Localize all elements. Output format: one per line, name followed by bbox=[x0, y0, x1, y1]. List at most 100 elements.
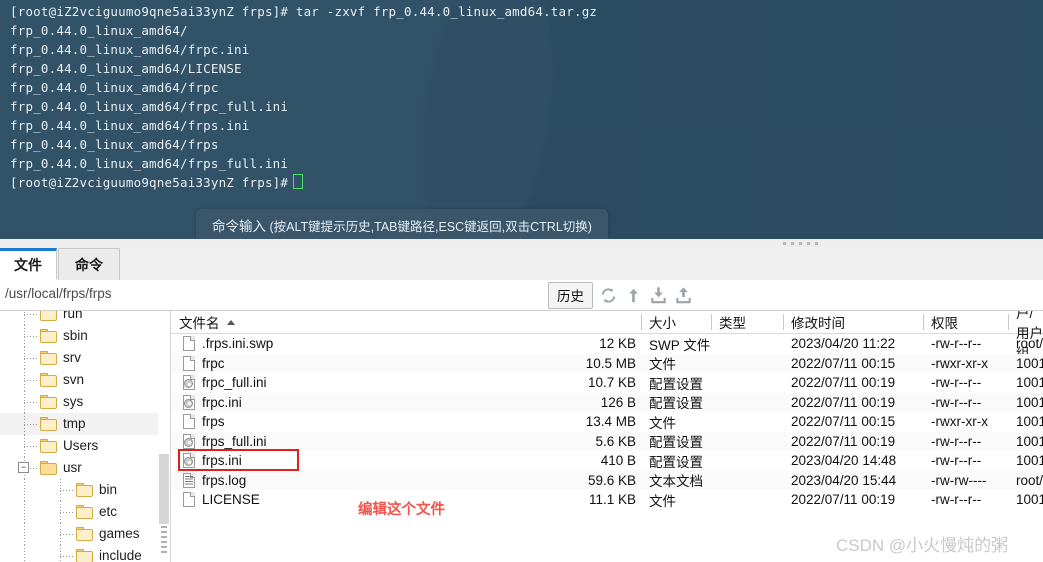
column-header-mtime[interactable]: 修改时间 bbox=[791, 311, 845, 333]
column-divider[interactable] bbox=[641, 314, 642, 330]
tree-item-etc[interactable]: etc bbox=[0, 501, 170, 523]
terminal-line: [root@iZ2vciguumo9qne5ai33ynZ frps]# tar… bbox=[10, 4, 598, 19]
config-icon bbox=[183, 433, 195, 449]
folder-icon bbox=[40, 460, 57, 475]
tree-item-usr[interactable]: − usr bbox=[0, 457, 170, 479]
file-type-cell: 文件 bbox=[649, 493, 676, 509]
file-row[interactable]: LICENSE 11.1 KB 文件 2022/07/11 00:19 -rw-r--r… bbox=[171, 490, 1043, 510]
file-row[interactable]: frpc.ini 126 B 配置设置 2022/07/11 00:19 -rw-r--… bbox=[171, 392, 1043, 413]
tree-item-label: sbin bbox=[63, 328, 88, 343]
tree-item-users[interactable]: Users bbox=[0, 435, 170, 457]
file-row[interactable]: .frps.ini.swp 12 KB SWP 文件 2023/04/20 11:22… bbox=[171, 334, 1043, 354]
column-header-name[interactable]: 文件名 bbox=[179, 311, 235, 333]
tree-scrollbar-thumb[interactable] bbox=[159, 454, 169, 524]
file-row[interactable]: frps 13.4 MB 文件 2022/07/11 00:15 -rwxr-xr-x 1… bbox=[171, 412, 1043, 432]
terminal-prompt-line: [root@iZ2vciguumo9qne5ai33ynZ frps]# bbox=[10, 173, 1043, 192]
file-list-header: 文件名 大小 类型 修改时间 权限 用户/用户组 bbox=[171, 311, 1043, 361]
column-divider[interactable] bbox=[1008, 314, 1009, 330]
current-path[interactable]: /usr/local/frps/frps bbox=[5, 286, 112, 301]
tree-item-srv[interactable]: srv bbox=[0, 347, 170, 369]
file-perm-cell: -rwxr-xr-x bbox=[931, 355, 988, 371]
tab-commands[interactable]: 命令 bbox=[58, 248, 120, 280]
config-icon bbox=[183, 453, 195, 469]
terminal-line: frp_0.44.0_linux_amd64/frps bbox=[10, 137, 219, 152]
file-list-panel[interactable]: 文件名 大小 类型 修改时间 权限 用户/用户组 .frps.ini.swp 12 KB SW… bbox=[171, 311, 1043, 562]
file-name-label: frps_full.ini bbox=[202, 433, 267, 449]
file-name-cell[interactable]: frpc_full.ini bbox=[183, 373, 267, 393]
tree-guide-line bbox=[24, 446, 38, 447]
tree-guide-line bbox=[24, 358, 38, 359]
terminal-line: frp_0.44.0_linux_amd64/ bbox=[10, 23, 188, 38]
file-perm-cell: -rw-r--r-- bbox=[931, 375, 982, 391]
file-row[interactable]: frpc_full.ini 10.7 KB 配置设置 2022/07/11 00:19… bbox=[171, 373, 1043, 393]
file-row[interactable]: frps.log 59.6 KB 文本文档 2023/04/20 15:44 -rw-r… bbox=[171, 470, 1043, 491]
directory-tree[interactable]: run sbin srv svn sys tmp Users − usr bin etc games i… bbox=[0, 311, 171, 562]
column-header-size[interactable]: 大小 bbox=[649, 311, 676, 333]
file-mtime-cell: 2022/07/11 00:19 bbox=[791, 375, 896, 391]
file-icon bbox=[183, 355, 195, 371]
splitter-grip-icon[interactable] bbox=[783, 242, 819, 245]
log-icon bbox=[183, 472, 195, 488]
folder-icon bbox=[76, 504, 93, 519]
tree-item-label: include bbox=[99, 548, 142, 562]
column-header-owner[interactable]: 用户/用户组 bbox=[1016, 311, 1043, 361]
file-perm-cell: -rw-r--r-- bbox=[931, 453, 982, 469]
terminal-line: frp_0.44.0_linux_amd64/LICENSE bbox=[10, 61, 242, 76]
tree-expander-icon[interactable]: − bbox=[18, 462, 29, 473]
tree-guide-line bbox=[24, 336, 38, 337]
tree-item-include[interactable]: include bbox=[0, 545, 170, 562]
file-name-cell[interactable]: frpc.ini bbox=[183, 393, 242, 413]
file-size-cell: 126 B bbox=[600, 394, 636, 410]
tree-item-games[interactable]: games bbox=[0, 523, 170, 545]
terminal-panel[interactable]: [root@iZ2vciguumo9qne5ai33ynZ frps]# tar… bbox=[0, 0, 1043, 239]
file-mtime-cell: 2022/07/11 00:15 bbox=[791, 355, 896, 371]
file-type-cell: 文件 bbox=[649, 415, 676, 431]
column-divider[interactable] bbox=[783, 314, 784, 330]
file-name-cell[interactable]: .frps.ini.swp bbox=[183, 334, 273, 354]
tree-item-svn[interactable]: svn bbox=[0, 369, 170, 391]
tree-scrollbar[interactable] bbox=[158, 311, 170, 562]
folder-icon bbox=[40, 328, 57, 343]
terminal-line: frp_0.44.0_linux_amd64/frps_full.ini bbox=[10, 156, 289, 171]
tree-guide-line bbox=[24, 402, 38, 403]
refresh-icon[interactable] bbox=[599, 286, 618, 305]
tree-item-bin[interactable]: bin bbox=[0, 479, 170, 501]
file-row[interactable]: frps.ini 410 B 配置设置 2023/04/20 14:48 -rw-r--… bbox=[171, 449, 1043, 471]
tree-guide-line bbox=[24, 314, 38, 315]
file-name-cell[interactable]: LICENSE bbox=[183, 490, 260, 510]
config-icon bbox=[183, 394, 195, 410]
column-header-perm[interactable]: 权限 bbox=[931, 311, 958, 333]
file-name-cell[interactable]: frps.log bbox=[183, 471, 246, 491]
file-name-cell[interactable]: frps bbox=[183, 412, 225, 432]
file-size-cell: 11.1 KB bbox=[588, 492, 636, 508]
file-name-cell[interactable]: frps.ini bbox=[183, 451, 242, 471]
history-button[interactable]: 历史 bbox=[548, 281, 593, 309]
file-mtime-cell: 2023/04/20 15:44 bbox=[791, 472, 897, 488]
tree-guide-line bbox=[24, 380, 38, 381]
tree-item-tmp[interactable]: tmp bbox=[0, 413, 170, 435]
file-name-cell[interactable]: frpc bbox=[183, 354, 225, 374]
file-toolbar: 历史 bbox=[548, 281, 693, 309]
folder-icon bbox=[76, 548, 93, 562]
file-owner-cell: 1001/121 bbox=[1016, 375, 1043, 391]
download-icon[interactable] bbox=[649, 286, 668, 305]
file-row[interactable]: frpc 10.5 MB 文件 2022/07/11 00:15 -rwxr-xr-x 1… bbox=[171, 353, 1043, 374]
column-header-type[interactable]: 类型 bbox=[719, 311, 746, 333]
file-row[interactable]: frps_full.ini 5.6 KB 配置设置 2022/07/11 00:19 -… bbox=[171, 431, 1043, 452]
terminal-prompt: [root@iZ2vciguumo9qne5ai33ynZ frps]# bbox=[10, 175, 289, 190]
file-size-cell: 10.7 KB bbox=[587, 375, 636, 391]
folder-icon bbox=[40, 350, 57, 365]
tree-item-sys[interactable]: sys bbox=[0, 391, 170, 413]
tree-item-run[interactable]: run bbox=[0, 311, 170, 325]
column-header-label: 修改时间 bbox=[791, 316, 845, 331]
tree-guide-line bbox=[60, 512, 74, 513]
file-name-cell[interactable]: frps_full.ini bbox=[183, 432, 267, 452]
parent-directory-icon[interactable] bbox=[624, 286, 643, 305]
file-name-label: frpc_full.ini bbox=[202, 375, 267, 391]
tree-item-sbin[interactable]: sbin bbox=[0, 325, 170, 347]
upload-icon[interactable] bbox=[674, 286, 693, 305]
tab-files[interactable]: 文件 bbox=[0, 248, 57, 280]
column-divider[interactable] bbox=[923, 314, 924, 330]
column-divider[interactable] bbox=[711, 314, 712, 330]
tree-scrollbar-grip-icon[interactable] bbox=[161, 526, 167, 556]
